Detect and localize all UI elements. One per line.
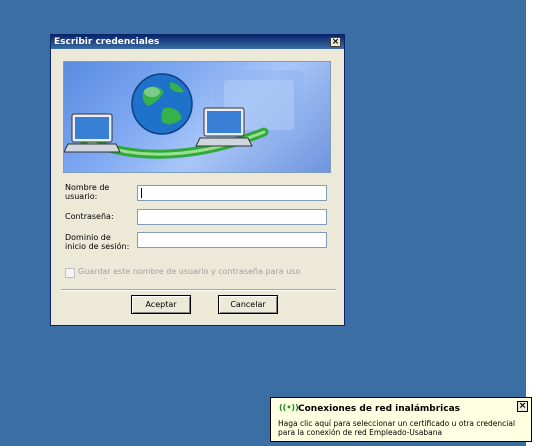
accept-button[interactable]: Aceptar	[131, 295, 191, 314]
cancel-button[interactable]: Cancelar	[218, 295, 278, 314]
balloon-title: Conexiones de red inalámbricas	[298, 404, 461, 414]
credentials-dialog: Escribir credenciales × Nombre de usuari…	[50, 34, 345, 326]
text-caret	[141, 188, 142, 198]
save-credentials-checkbox[interactable]	[65, 268, 75, 278]
globe-icon	[131, 73, 193, 135]
balloon-message[interactable]: Haga clic aquí para seleccionar un certi…	[278, 419, 528, 437]
save-credentials-row: Guardar este nombre de usuario y contras…	[65, 267, 325, 279]
screen-edge	[526, 0, 535, 446]
left-laptop-icon	[64, 113, 121, 153]
password-label: Contraseña:	[65, 212, 114, 221]
network-illustration	[64, 70, 304, 159]
domain-label: Dominio de inicio de sesión:	[65, 233, 130, 251]
dialog-close-button[interactable]: ×	[330, 37, 341, 47]
notification-balloon[interactable]: ((•)) Conexiones de red inalámbricas × H…	[270, 397, 532, 442]
domain-field[interactable]	[137, 232, 327, 248]
button-separator	[61, 289, 336, 291]
balloon-close-button[interactable]: ×	[517, 401, 528, 412]
password-field[interactable]	[137, 209, 327, 225]
username-label: Nombre de usuario:	[65, 183, 110, 201]
dialog-titlebar[interactable]: Escribir credenciales ×	[51, 35, 344, 49]
wireless-network-icon: ((•))	[279, 403, 299, 412]
username-field[interactable]	[137, 185, 327, 201]
network-banner-image	[63, 61, 331, 173]
save-credentials-label: Guardar este nombre de usuario y contras…	[78, 267, 301, 279]
right-laptop-icon	[195, 107, 253, 147]
dialog-title: Escribir credenciales	[54, 37, 160, 47]
